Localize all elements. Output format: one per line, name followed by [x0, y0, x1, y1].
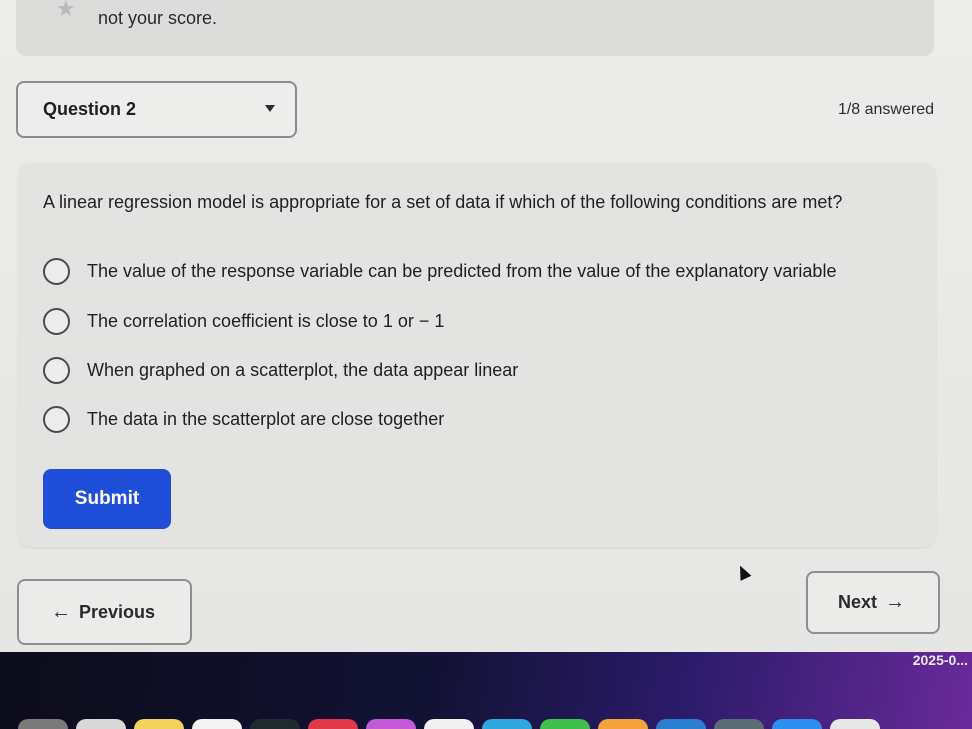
quiz-page: ★ not your score. Question 2 1/8 answere…: [0, 0, 972, 652]
question-selector-label: Question 2: [43, 99, 137, 119]
answer-option-label: The value of the response variable can b…: [87, 260, 837, 281]
dock-app-icon[interactable]: [830, 719, 880, 729]
arrow-left-icon: ←: [51, 600, 71, 623]
score-notice: ★ not your score.: [16, 0, 934, 56]
notice-text: not your score.: [98, 8, 218, 28]
desktop-background: 2025-0...: [0, 652, 972, 729]
dock-app-icon[interactable]: [18, 719, 68, 729]
star-icon: ★: [56, 0, 76, 21]
previous-button-label: Previous: [79, 601, 156, 622]
dock-app-icon[interactable]: [366, 719, 416, 729]
next-button-label: Next: [838, 592, 878, 612]
answer-option[interactable]: When graphed on a scatterplot, the data …: [43, 355, 518, 385]
dock-app-icon[interactable]: [540, 719, 590, 729]
answer-option[interactable]: The value of the response variable can b…: [43, 256, 836, 286]
dock-app-icon[interactable]: [250, 719, 300, 729]
question-card: A linear regression model is appropriate…: [18, 163, 936, 547]
dock-app-icon[interactable]: [76, 719, 126, 729]
dock-app-icon[interactable]: [192, 719, 242, 729]
taskbar-datetime: 2025-0...: [912, 652, 968, 668]
dock-app-icon[interactable]: [772, 719, 822, 729]
radio-button[interactable]: [43, 307, 70, 335]
dock: [0, 715, 972, 729]
previous-button[interactable]: ← Previous: [17, 579, 192, 645]
radio-button[interactable]: [43, 405, 70, 433]
question-prompt: A linear regression model is appropriate…: [43, 192, 843, 212]
answer-option-label: The correlation coefficient is close to …: [87, 310, 445, 331]
dock-app-icon[interactable]: [424, 719, 474, 729]
dock-app-icon[interactable]: [714, 719, 764, 729]
dock-app-icon[interactable]: [308, 719, 358, 729]
dock-app-icon[interactable]: [482, 719, 532, 729]
answered-count: 1/8 answered: [837, 101, 934, 118]
answer-option-label: The data in the scatterplot are close to…: [87, 408, 445, 429]
submit-button[interactable]: Submit: [43, 469, 171, 529]
question-selector[interactable]: Question 2: [16, 81, 297, 138]
dock-app-icon[interactable]: [656, 719, 706, 729]
dock-app-icon[interactable]: [598, 719, 648, 729]
next-button[interactable]: Next →: [806, 571, 940, 634]
dock-app-icon[interactable]: [134, 719, 184, 729]
caret-down-icon: [265, 105, 275, 112]
arrow-right-icon: →: [885, 591, 906, 613]
answer-option[interactable]: The data in the scatterplot are close to…: [43, 404, 444, 434]
mouse-cursor-icon: [734, 563, 752, 581]
radio-button[interactable]: [43, 356, 70, 384]
radio-button[interactable]: [43, 257, 70, 285]
answer-option-label: When graphed on a scatterplot, the data …: [87, 359, 519, 380]
answer-option[interactable]: The correlation coefficient is close to …: [43, 306, 444, 336]
